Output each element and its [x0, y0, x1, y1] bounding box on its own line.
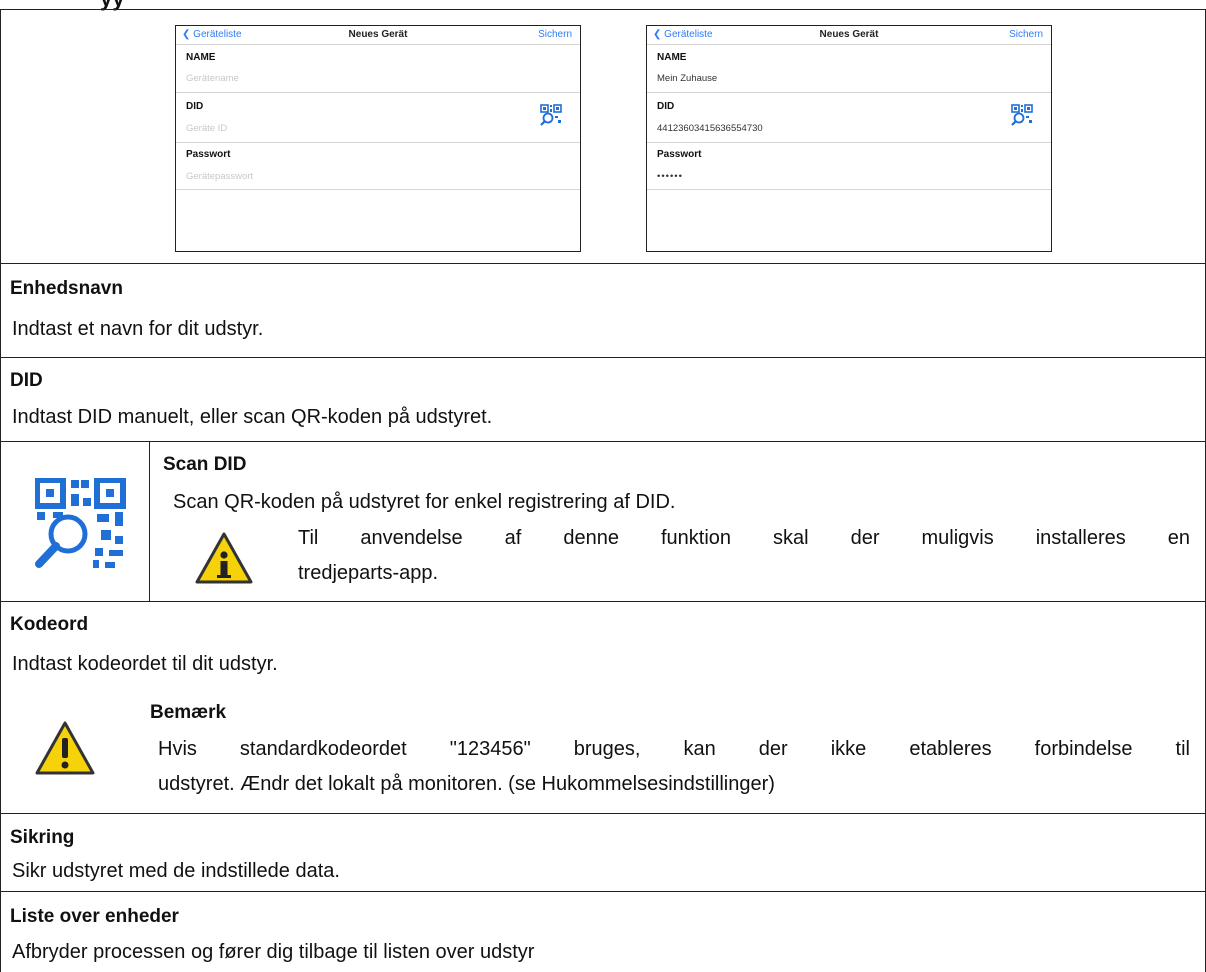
separator — [647, 142, 1051, 143]
separator — [647, 189, 1051, 190]
section-heading-password: Kodeord — [10, 614, 89, 635]
row-divider — [0, 263, 1206, 264]
table-border-left — [0, 9, 1, 972]
name-input[interactable]: Gerätename — [186, 73, 239, 84]
password-input[interactable]: Gerätepasswort — [186, 171, 253, 182]
section-text-device-name: Indtast et navn for dit udstyr. — [12, 318, 264, 340]
screenshot-new-device-filled: ❮ Geräteliste Neues Gerät Sichern NAME M… — [646, 25, 1052, 252]
separator — [176, 189, 580, 190]
cropped-title-fragment: yy — [100, 0, 124, 12]
save-button[interactable]: Sichern — [538, 29, 572, 40]
warning-icon — [35, 721, 95, 775]
name-input[interactable]: Mein Zuhause — [657, 73, 717, 84]
nav-title: Neues Gerät — [348, 29, 408, 40]
info-icon — [195, 532, 253, 584]
separator — [176, 142, 580, 143]
row-divider — [0, 813, 1206, 814]
nav-title: Neues Gerät — [819, 29, 879, 40]
scan-did-info-line1: Til anvendelse af denne funktion skal de… — [298, 527, 1190, 549]
section-heading-scan-did: Scan DID — [163, 454, 247, 475]
separator — [647, 92, 1051, 93]
section-heading-device-name: Enhedsnavn — [10, 278, 123, 299]
qr-scan-icon[interactable] — [1011, 104, 1033, 126]
row-divider — [0, 601, 1206, 602]
separator — [176, 44, 580, 45]
qr-scan-icon[interactable] — [540, 104, 562, 126]
password-input[interactable]: •••••• — [657, 171, 683, 182]
did-label: DID — [186, 101, 204, 112]
separator — [176, 92, 580, 93]
section-text-did: Indtast DID manuelt, eller scan QR-koden… — [12, 406, 493, 428]
section-text-device-list: Afbryder processen og fører dig tilbage … — [12, 941, 535, 963]
name-label: NAME — [186, 52, 216, 63]
scan-did-info-line2: tredjeparts-app. — [298, 562, 439, 584]
password-label: Passwort — [657, 149, 702, 160]
section-heading-save: Sikring — [10, 827, 75, 848]
cell-divider — [149, 441, 150, 601]
table-border-top — [0, 9, 1206, 10]
save-button[interactable]: Sichern — [1009, 29, 1043, 40]
qr-scan-icon — [35, 478, 126, 568]
password-label: Passwort — [186, 149, 231, 160]
section-text-scan-did: Scan QR-koden på udstyret for enkel regi… — [173, 491, 676, 513]
screenshot-new-device-empty: ❮ Geräteliste Neues Gerät Sichern NAME G… — [175, 25, 581, 252]
did-input[interactable]: 44123603415636554730 — [657, 123, 763, 134]
row-divider — [0, 441, 1206, 442]
note-heading: Bemærk — [150, 702, 227, 723]
separator — [647, 44, 1051, 45]
section-text-password: Indtast kodeordet til dit udstyr. — [12, 653, 278, 675]
section-heading-did: DID — [10, 370, 43, 391]
nav-bar: ❮ Geräteliste Neues Gerät Sichern — [647, 29, 1051, 43]
nav-bar: ❮ Geräteliste Neues Gerät Sichern — [176, 29, 580, 43]
row-divider — [0, 891, 1206, 892]
section-text-save: Sikr udstyret med de indstillede data. — [12, 860, 340, 882]
note-line2: udstyret. Ændr det lokalt på monitoren. … — [158, 773, 775, 795]
section-heading-device-list: Liste over enheder — [10, 906, 179, 927]
note-line1: Hvis standardkodeordet "123456" bruges, … — [158, 738, 1190, 760]
did-label: DID — [657, 101, 675, 112]
row-divider — [0, 357, 1206, 358]
name-label: NAME — [657, 52, 687, 63]
did-input[interactable]: Geräte ID — [186, 123, 227, 134]
